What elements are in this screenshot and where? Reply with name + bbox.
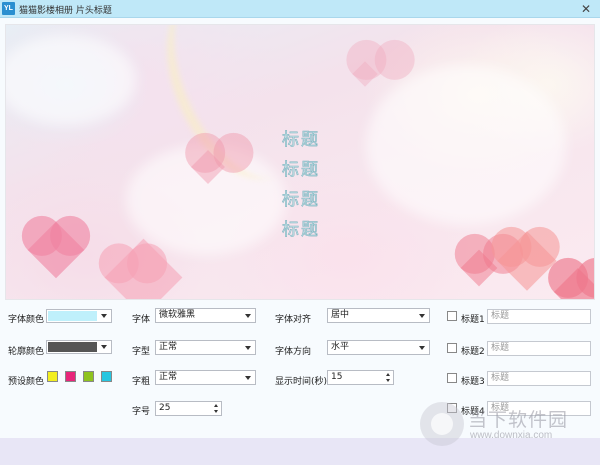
watermark-text: 当下软件园 bbox=[468, 409, 569, 431]
dropdown-arrow-icon bbox=[245, 346, 251, 350]
dropdown-arrow-icon bbox=[101, 345, 107, 349]
font-weight-value: 正常 bbox=[159, 372, 178, 382]
cloud-decoration bbox=[6, 35, 136, 125]
dropdown-arrow-icon bbox=[419, 314, 425, 318]
title1-checkbox[interactable] bbox=[447, 311, 457, 321]
font-color-label: 字体颜色 bbox=[8, 315, 45, 325]
direction-value: 水平 bbox=[331, 342, 350, 352]
alignment-value: 居中 bbox=[331, 310, 350, 320]
preset-color-swatch[interactable] bbox=[83, 371, 94, 382]
alignment-label: 字体对齐 bbox=[275, 315, 312, 325]
spin-up-icon[interactable] bbox=[214, 404, 218, 407]
font-select[interactable]: 微软雅黑 bbox=[155, 308, 256, 323]
watermark-url: www.downxia.com bbox=[470, 430, 553, 441]
font-weight-select[interactable]: 正常 bbox=[155, 370, 256, 385]
heart-decoration bbox=[352, 61, 378, 87]
title-preview: 标题 标题 标题 标题 bbox=[6, 125, 594, 245]
heart-decoration bbox=[460, 249, 498, 287]
duration-label: 显示时间(秒) bbox=[275, 377, 328, 387]
title1-input[interactable]: 标题 bbox=[487, 309, 591, 324]
preview-title-line: 标题 bbox=[282, 130, 320, 151]
alignment-select[interactable]: 居中 bbox=[327, 308, 430, 323]
font-select-value: 微软雅黑 bbox=[159, 310, 196, 320]
dropdown-arrow-icon bbox=[245, 314, 251, 318]
spin-down-icon[interactable] bbox=[214, 410, 218, 413]
direction-label: 字体方向 bbox=[275, 347, 312, 357]
font-color-swatch bbox=[48, 311, 97, 321]
title-bar: YL 猫猫影楼相册 片头标题 ✕ bbox=[0, 0, 600, 18]
font-color-picker[interactable] bbox=[46, 309, 112, 323]
duration-spinner[interactable]: 15 bbox=[327, 370, 394, 385]
preset-color-label: 预设颜色 bbox=[8, 377, 45, 387]
direction-select[interactable]: 水平 bbox=[327, 340, 430, 355]
preset-color-swatch[interactable] bbox=[65, 371, 76, 382]
font-style-label: 字型 bbox=[132, 347, 151, 357]
preview-canvas: 标题 标题 标题 标题 bbox=[5, 24, 595, 300]
spin-down-icon[interactable] bbox=[386, 379, 390, 382]
outline-color-label: 轮廓颜色 bbox=[8, 347, 45, 357]
window-title: 猫猫影楼相册 片头标题 bbox=[19, 6, 112, 16]
title1-label: 标题1 bbox=[461, 315, 485, 325]
spin-up-icon[interactable] bbox=[386, 373, 390, 376]
dropdown-arrow-icon bbox=[419, 346, 425, 350]
font-size-value: 25 bbox=[159, 403, 171, 413]
title2-checkbox[interactable] bbox=[447, 343, 457, 353]
close-button[interactable]: ✕ bbox=[578, 0, 594, 18]
title3-checkbox[interactable] bbox=[447, 373, 457, 383]
font-weight-label: 字粗 bbox=[132, 377, 151, 387]
dropdown-arrow-icon bbox=[245, 376, 251, 380]
font-size-spinner[interactable]: 25 bbox=[155, 401, 222, 416]
preview-title-line: 标题 bbox=[282, 190, 320, 211]
preset-color-swatch[interactable] bbox=[47, 371, 58, 382]
dropdown-arrow-icon bbox=[101, 314, 107, 318]
title2-label: 标题2 bbox=[461, 347, 485, 357]
outline-color-picker[interactable] bbox=[46, 340, 112, 354]
title2-input[interactable]: 标题 bbox=[487, 341, 591, 356]
app-logo-icon: YL bbox=[2, 2, 15, 15]
title3-label: 标题3 bbox=[461, 377, 485, 387]
font-style-select[interactable]: 正常 bbox=[155, 340, 256, 355]
heart-decoration bbox=[553, 267, 594, 299]
preset-color-swatch[interactable] bbox=[101, 371, 112, 382]
preview-title-line: 标题 bbox=[282, 220, 320, 241]
preview-title-line: 标题 bbox=[282, 160, 320, 181]
font-size-label: 字号 bbox=[132, 407, 151, 417]
title3-input[interactable]: 标题 bbox=[487, 371, 591, 386]
font-label: 字体 bbox=[132, 315, 151, 325]
watermark-logo-icon bbox=[420, 402, 464, 446]
main-panel: 标题 标题 标题 标题 字体颜色 轮廓颜色 预设颜色 字体 微软雅黑 字型 正常… bbox=[0, 18, 600, 465]
footer-band bbox=[0, 438, 600, 465]
font-style-value: 正常 bbox=[159, 342, 178, 352]
outline-color-swatch bbox=[48, 342, 97, 352]
duration-value: 15 bbox=[331, 372, 343, 382]
